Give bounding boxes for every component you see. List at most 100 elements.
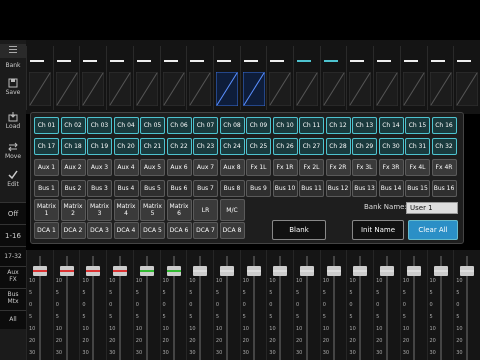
bus-button[interactable]: Bus 6: [166, 180, 192, 197]
channel-button[interactable]: Ch 15: [405, 117, 430, 134]
aux-fx-button[interactable]: Fx 1R: [272, 159, 298, 176]
channel-button[interactable]: Ch 31: [405, 138, 430, 155]
dca-button[interactable]: DCA 4: [113, 222, 139, 239]
channel-button[interactable]: Ch 14: [378, 117, 404, 134]
channel-button[interactable]: Ch 18: [60, 138, 86, 155]
bus-button[interactable]: Bus 10: [272, 180, 298, 197]
edit-button[interactable]: Edit: [0, 170, 26, 188]
channel-button[interactable]: Ch 19: [87, 138, 112, 155]
channel-button[interactable]: Ch 17: [34, 138, 59, 155]
fader-strip[interactable]: 10 5 0 5 10 20 30: [106, 250, 133, 360]
fader-strip[interactable]: 10 5 0 5 10 20 30: [426, 250, 454, 360]
dca-button[interactable]: DCA 3: [87, 222, 112, 239]
channel-button[interactable]: Ch 24: [219, 138, 245, 155]
fader-strip[interactable]: 10 5 0 5 10 20 30: [52, 250, 80, 360]
overview-channel-column[interactable]: [186, 46, 213, 110]
channel-button[interactable]: Ch 21: [140, 138, 165, 155]
bus-button[interactable]: Bus 5: [140, 180, 165, 197]
bus-button[interactable]: Bus 7: [193, 180, 218, 197]
channel-button[interactable]: Ch 20: [113, 138, 139, 155]
channel-button[interactable]: Ch 16: [431, 117, 457, 134]
dca-button[interactable]: DCA 2: [60, 222, 86, 239]
aux-fx-button[interactable]: Fx 4L: [405, 159, 430, 176]
channel-button[interactable]: Ch 04: [113, 117, 139, 134]
fader-cap[interactable]: [406, 266, 421, 276]
channel-button[interactable]: Ch 12: [325, 117, 351, 134]
channel-button[interactable]: Ch 22: [166, 138, 192, 155]
overview-channel-column[interactable]: [453, 46, 480, 110]
fader-cap[interactable]: [219, 266, 234, 276]
overview-channel-column[interactable]: [212, 46, 240, 110]
fader-strip[interactable]: 10 5 0 5 10 20 30: [293, 250, 320, 360]
bus-button[interactable]: Bus 13: [352, 180, 377, 197]
fader-cap[interactable]: [86, 266, 101, 276]
fader-cap[interactable]: [273, 266, 288, 276]
sidebar-grip[interactable]: [0, 44, 26, 58]
bank-off-button[interactable]: Off: [0, 202, 26, 225]
channel-button[interactable]: Ch 11: [299, 117, 324, 134]
channel-button[interactable]: Ch 29: [352, 138, 377, 155]
fader-strip[interactable]: 10 5 0 5 10 20 30: [239, 250, 267, 360]
fader-cap[interactable]: [353, 266, 368, 276]
dca-button[interactable]: DCA 8: [219, 222, 245, 239]
channel-button[interactable]: Ch 23: [193, 138, 218, 155]
bank-17-32-button[interactable]: 17-32: [0, 246, 26, 267]
overview-channel-column[interactable]: [266, 46, 293, 110]
fader-cap[interactable]: [59, 266, 74, 276]
channel-button[interactable]: Ch 01: [34, 117, 59, 134]
channel-button[interactable]: Ch 06: [166, 117, 192, 134]
fader-cap[interactable]: [166, 266, 181, 276]
overview-channel-column[interactable]: [79, 46, 106, 110]
aux-fx-button[interactable]: Fx 2R: [325, 159, 351, 176]
fader-cap[interactable]: [300, 266, 314, 276]
bus-button[interactable]: Bus 2: [60, 180, 86, 197]
bus-button[interactable]: Bus 16: [431, 180, 457, 197]
fader-strip[interactable]: 10 5 0 5 10 20 30: [79, 250, 106, 360]
channel-button[interactable]: Ch 27: [299, 138, 324, 155]
overview-channel-column[interactable]: [293, 46, 320, 110]
fader-strip[interactable]: 10 5 0 5 10 20 30: [346, 250, 373, 360]
fader-strip[interactable]: 10 5 0 5 10 20 30: [159, 250, 187, 360]
matrix-button[interactable]: Matrix 4: [113, 199, 139, 221]
overview-channel-column[interactable]: [373, 46, 400, 110]
overview-channel-column[interactable]: [159, 46, 187, 110]
channel-button[interactable]: Ch 10: [272, 117, 298, 134]
fader-cap[interactable]: [380, 266, 395, 276]
aux-fx-button[interactable]: Aux 2: [60, 159, 86, 176]
aux-fx-button[interactable]: Aux 3: [87, 159, 112, 176]
fader-cap[interactable]: [33, 266, 47, 276]
channel-button[interactable]: Ch 28: [325, 138, 351, 155]
dca-button[interactable]: DCA 7: [193, 222, 218, 239]
fader-strip[interactable]: 10 5 0 5 10 20 30: [266, 250, 293, 360]
dca-button[interactable]: DCA 5: [140, 222, 165, 239]
load-button[interactable]: Load: [0, 112, 26, 130]
channel-button[interactable]: Ch 09: [246, 117, 271, 134]
fader-strip[interactable]: 10 5 0 5 10 20 30: [212, 250, 240, 360]
overview-channel-column[interactable]: [106, 46, 133, 110]
matrix-button[interactable]: Matrix 5: [140, 199, 165, 221]
bus-button[interactable]: Bus 11: [299, 180, 324, 197]
aux-fx-button[interactable]: Aux 5: [140, 159, 165, 176]
aux-fx-button[interactable]: Fx 3R: [378, 159, 404, 176]
fader-strip[interactable]: 10 5 0 5 10 20 30: [453, 250, 480, 360]
fader-cap[interactable]: [460, 266, 475, 276]
overview-channel-column[interactable]: [239, 46, 267, 110]
aux-fx-button[interactable]: Aux 4: [113, 159, 139, 176]
fader-strip[interactable]: 10 5 0 5 10 20 30: [186, 250, 213, 360]
aux-fx-button[interactable]: Fx 1L: [246, 159, 271, 176]
aux-fx-button[interactable]: Fx 3L: [352, 159, 377, 176]
fader-cap[interactable]: [326, 266, 341, 276]
aux-fx-button[interactable]: Aux 7: [193, 159, 218, 176]
save-button[interactable]: Save: [0, 78, 26, 96]
fader-cap[interactable]: [193, 266, 208, 276]
channel-button[interactable]: Ch 30: [378, 138, 404, 155]
channel-button[interactable]: Ch 07: [193, 117, 218, 134]
bus-button[interactable]: Bus 12: [325, 180, 351, 197]
bank-all-button[interactable]: All: [0, 310, 26, 329]
matrix-button[interactable]: M/C: [219, 199, 245, 221]
channel-button[interactable]: Ch 02: [60, 117, 86, 134]
bank-bus-mtx-button[interactable]: Bus Mtx: [0, 288, 26, 310]
bus-button[interactable]: Bus 15: [405, 180, 430, 197]
overview-channel-column[interactable]: [426, 46, 454, 110]
overview-channel-column[interactable]: [346, 46, 373, 110]
